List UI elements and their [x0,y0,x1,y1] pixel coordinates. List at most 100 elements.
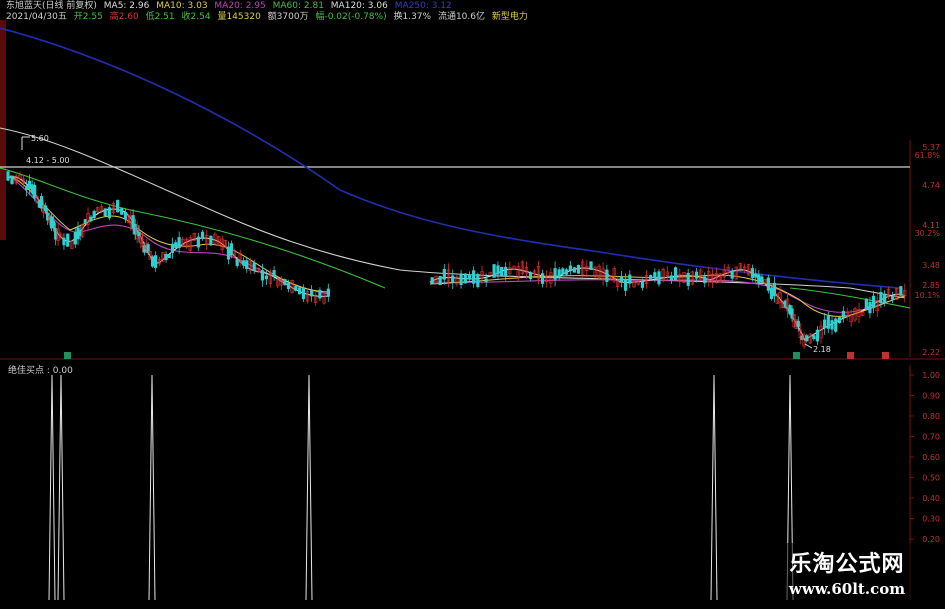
candle-body [245,260,249,270]
ma120-line [0,27,901,289]
axis-label: 2.85 [922,281,940,290]
candle-body [167,254,171,259]
candle-body [264,275,269,280]
candle-body [653,272,657,279]
candle-body [229,243,233,256]
candle-body [772,282,777,297]
sector-label: 新型电力 [491,12,528,22]
candle-body [640,281,644,288]
ma120-label: MA120: 3.06 [330,1,388,11]
candle-body [283,279,287,286]
candle-body [815,329,820,342]
candle-body [669,275,674,281]
candle-body [830,320,834,330]
candle-body [834,318,838,332]
candle-body [619,276,624,283]
float-label: 流通10.6亿 [437,12,485,22]
high-annotation: 5.60 [21,134,49,150]
candle-body [301,287,306,300]
candle-body [805,335,809,342]
low-label: 低2.51 [145,12,175,22]
candle-body [496,265,500,275]
candle-body [899,286,903,296]
candle-body [123,211,128,220]
candle-body [757,274,761,284]
candle-body [430,277,434,284]
watermark-title: 乐淘公式网 [789,551,905,577]
candle-body [235,258,239,267]
candle-body [89,216,93,221]
buy-signal-spike [710,374,718,601]
candle-body [174,242,178,249]
open-label: 开2.55 [73,12,103,22]
ma5-line [7,176,906,341]
candle-body [92,210,96,219]
candle-body [686,272,690,286]
candle-body [628,274,632,284]
candle-body [864,298,868,310]
candle-body [657,271,661,285]
sub-axis-label: 0.50 [922,474,940,483]
candle-body [823,319,827,329]
left-toolbar[interactable] [0,20,6,240]
marker-red-2 [882,352,889,359]
axis-label: 4.74 [922,181,940,190]
candle-body [154,255,158,268]
sub-axis-label: 0.60 [922,453,940,462]
candle-body [572,267,576,273]
change-label: 幅-0.02(-0.78%) [315,12,387,22]
candle-body [24,185,29,191]
candle-body [500,267,504,276]
candle-body [754,273,758,278]
candle-body [769,288,774,299]
sub-axis-label: 0.80 [922,412,940,421]
candle-body [241,260,245,266]
candle-body [103,208,107,217]
volume-label: 量145320 [217,12,261,22]
sub-axis-label: 0.30 [922,515,940,524]
axis-label: 3.48 [922,261,940,270]
candle-body [442,269,446,280]
candle-body [200,231,205,239]
buy-signal-spike [48,374,56,601]
candle-body [528,272,533,280]
candle-body [30,184,34,194]
candle-body [137,231,141,237]
sub-axis-label: 0.40 [922,494,940,503]
sub-axis-label: 1.00 [922,371,940,380]
candle-body [589,261,593,270]
candle-body [170,243,175,253]
candle-body [459,273,463,285]
main-axis-labels: 5.3761.8%4.744.1130.2%3.482.8510.1%2.22 [915,143,941,357]
candle-body [142,245,147,253]
axis-label: 10.1% [915,291,941,300]
candle-body [51,220,56,227]
amount-label: 额3700万 [267,12,309,22]
ma5-label: MA5: 2.96 [103,1,150,11]
candle-body [649,275,653,280]
candle-body [62,237,66,246]
candle-body [890,295,895,300]
stock-chart: 5.3761.8%4.744.1130.2%3.482.8510.1%2.22 … [0,20,945,601]
candle-body [297,287,302,295]
candle-body [871,295,876,309]
header-title-row: 东旭蓝天(日线 前复权) MA5: 2.96 MA10: 3.03 MA20: … [6,1,456,12]
watermark: 乐淘公式网 www.60lt.com [761,543,933,601]
sub-axis-label: 0.90 [922,392,940,401]
candle-body [883,293,887,304]
candle-body [326,288,330,297]
candle-body [66,233,70,247]
candle-body [73,232,77,245]
sub-chart-title: 绝佳买点 : 0.00 [8,366,73,376]
buy-signal-spike [148,374,156,601]
marker-red [847,352,854,359]
candle-body [564,269,569,275]
candle-body [674,267,678,281]
candle-body [484,278,488,283]
ma250-label: MA250: 3.12 [394,1,452,11]
candle-body [116,199,120,213]
buy-signal-spike [57,374,65,601]
stock-title: 东旭蓝天(日线 前复权) [6,1,97,11]
svg-text:5.60: 5.60 [31,134,49,143]
candle-body [209,235,213,246]
